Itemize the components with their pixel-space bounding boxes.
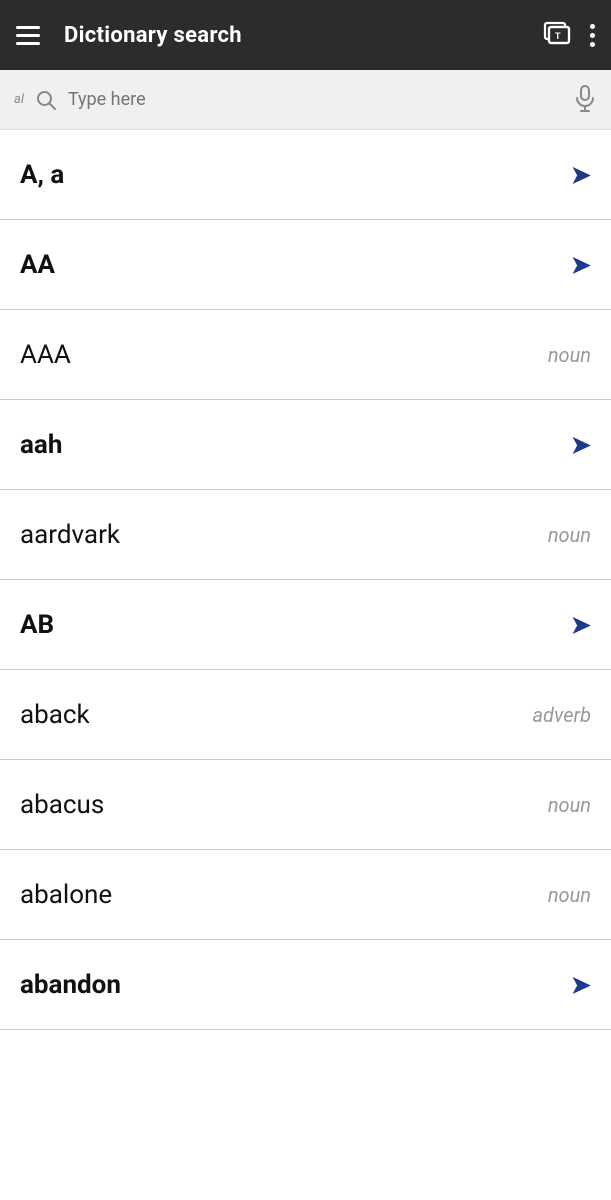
list-item[interactable]: aback adverb — [0, 670, 611, 760]
list-item[interactable]: aah ➤ — [0, 400, 611, 490]
search-prefix: al — [14, 92, 24, 107]
chevron-right-icon: ➤ — [571, 431, 591, 459]
chevron-right-icon: ➤ — [571, 971, 591, 999]
list-item[interactable]: A, a ➤ — [0, 130, 611, 220]
word-label: abandon — [20, 970, 121, 1000]
more-options-icon[interactable] — [590, 20, 595, 50]
word-tag: noun — [548, 883, 591, 907]
word-label: A, a — [20, 160, 64, 190]
word-label: AA — [20, 250, 55, 280]
list-item[interactable]: abalone noun — [0, 850, 611, 940]
word-label: aah — [20, 430, 62, 460]
chevron-right-icon: ➤ — [571, 611, 591, 639]
list-item[interactable]: AA ➤ — [0, 220, 611, 310]
dictionary-list: A, a➤AA➤AAAnounaah➤aardvarknounAB➤abacka… — [0, 130, 611, 1030]
list-item[interactable]: abandon ➤ — [0, 940, 611, 1030]
svg-text:T: T — [555, 31, 561, 41]
page-title: Dictionary search — [64, 23, 522, 48]
word-label: abacus — [20, 790, 104, 820]
chevron-right-icon: ➤ — [571, 251, 591, 279]
word-tag: noun — [548, 343, 591, 367]
search-input[interactable] — [68, 89, 563, 110]
word-tag: noun — [548, 523, 591, 547]
word-label: AAA — [20, 340, 71, 370]
microphone-icon[interactable] — [573, 84, 597, 116]
app-header: Dictionary search T — [0, 0, 611, 70]
menu-icon[interactable] — [16, 26, 44, 45]
list-item[interactable]: abacus noun — [0, 760, 611, 850]
word-label: aardvark — [20, 520, 120, 550]
word-tag: noun — [548, 793, 591, 817]
word-tag: adverb — [532, 703, 591, 727]
word-label: AB — [20, 610, 54, 640]
word-label: aback — [20, 700, 90, 730]
word-label: abalone — [20, 880, 112, 910]
search-icon — [34, 88, 58, 112]
list-item[interactable]: AB ➤ — [0, 580, 611, 670]
header-icons: T — [542, 18, 595, 52]
list-item[interactable]: aardvark noun — [0, 490, 611, 580]
search-bar: al — [0, 70, 611, 130]
list-item[interactable]: AAA noun — [0, 310, 611, 400]
flashcard-icon[interactable]: T — [542, 18, 572, 52]
chevron-right-icon: ➤ — [571, 161, 591, 189]
